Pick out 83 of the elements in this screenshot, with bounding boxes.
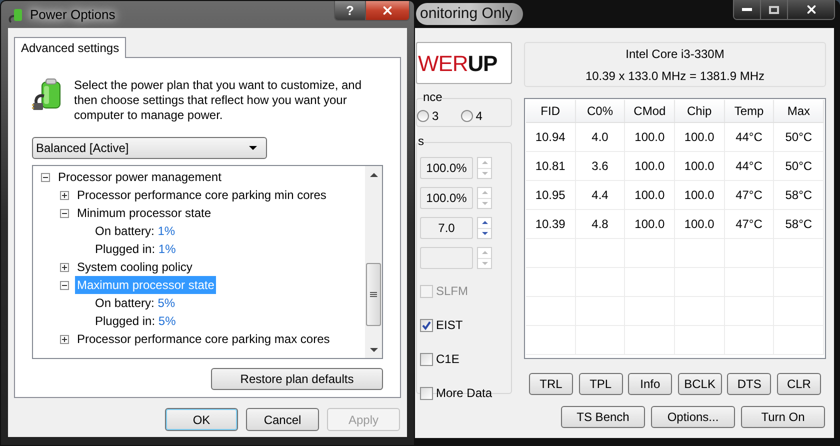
table-cell: 4.8 [576,210,626,238]
action-button[interactable]: TS Bench [561,406,645,428]
intro-text: Select the power plan that you want to customize, and then choose settings that reflect how you want your computer to manage power. [74,78,363,123]
table-cell: 58°C [774,210,824,238]
setting-row[interactable]: Plugged in: 1% [93,240,178,258]
table-cell: 100.0 [625,210,675,238]
setting-row[interactable]: On battery: 5% [93,294,178,312]
action-button[interactable]: Options... [651,406,735,428]
column-header[interactable]: CMod [625,100,675,122]
table-cell: 10.81 [526,152,576,180]
table-cell: 4.4 [576,181,626,209]
table-cell: 50°C [774,123,824,151]
setting-row[interactable]: Plugged in: 5% [93,312,178,330]
collapse-toggle[interactable] [60,208,69,218]
dialog-button[interactable]: OK [165,408,238,431]
table-cell: 100.0 [675,181,725,209]
tool-button[interactable]: BCLK [678,373,722,395]
number-field[interactable] [420,247,473,269]
table-cell: 100.0 [625,181,675,209]
close-button[interactable] [788,0,834,19]
tool-button[interactable]: Info [628,373,672,395]
column-header[interactable]: FID [526,100,576,122]
tool-button[interactable]: TPL [578,373,623,395]
tree-item[interactable]: Minimum processor state [75,204,214,222]
tree-item[interactable]: Processor power management [56,168,224,186]
cpu-speed: 10.39 x 133.0 MHz = 1381.9 MHz [585,68,765,84]
table-cell: 10.94 [526,123,576,151]
table-cell: 100.0 [675,210,725,238]
table-cell: 10.39 [526,210,576,238]
table-cell: 3.6 [576,152,626,180]
check-icon [422,320,431,330]
column-header[interactable]: Temp [724,100,774,122]
tree-item[interactable]: Processor performance core parking max cores [75,330,332,348]
table-cell: 4.0 [576,123,626,151]
restore-button[interactable]: Restore plan defaults [211,368,383,390]
checkbox[interactable]: C1E [420,350,511,368]
table-cell: 100.0 [675,152,725,180]
table-cell: 10.95 [526,181,576,209]
help-button[interactable]: ? [335,1,366,20]
tree-item[interactable]: System cooling policy [75,258,194,276]
table-cell: 47°C [724,181,774,209]
dropdown-caret-icon [249,146,257,150]
expand-toggle[interactable] [60,334,69,344]
close-button[interactable] [366,1,409,20]
expand-toggle[interactable] [60,190,69,200]
table-cell: 100.0 [625,123,675,151]
table-cell: 44°C [724,123,774,151]
expand-toggle[interactable] [60,262,69,272]
collapse-toggle[interactable] [41,172,50,182]
checkbox[interactable]: EIST [420,316,511,334]
table-cell: 58°C [774,181,824,209]
cpu-name: Intel Core i3-330M [626,46,724,62]
action-button[interactable]: Turn On [741,406,825,428]
column-header[interactable]: Max [774,100,824,122]
tool-button[interactable]: CLR [776,373,821,395]
tool-button[interactable]: DTS [727,373,772,395]
column-header[interactable]: C0% [576,100,626,122]
table-cell: 47°C [724,210,774,238]
number-field[interactable]: 7.0 [420,217,473,239]
collapse-toggle[interactable] [60,280,69,290]
scrollbar-drawing[interactable] [365,166,382,358]
maximize-button[interactable] [761,0,788,19]
tab[interactable]: Advanced settings [14,37,126,58]
table-cell: 100.0 [675,123,725,151]
window-title: Power Options [30,6,116,24]
window-title: onitoring Only [416,2,523,26]
tree-item[interactable]: Processor performance core parking min cores [75,186,328,204]
checkbox[interactable]: More Data [420,384,511,402]
column-header[interactable]: Chip [675,100,725,122]
table-cell: 50°C [774,152,824,180]
close-icon [804,3,818,16]
close-icon [381,4,394,17]
radio-option[interactable]: 4 [460,107,482,125]
spin-arrows[interactable] [477,217,492,239]
dialog-button[interactable]: Cancel [246,408,319,431]
table-cell: 100.0 [625,152,675,180]
logo-text: WERUP [418,50,498,78]
radio-option[interactable]: 3 [417,107,439,125]
setting-row[interactable]: On battery: 1% [93,222,178,240]
tool-button[interactable]: TRL [529,373,573,395]
minimize-button[interactable] [734,0,761,19]
plan-dropdown[interactable]: Balanced [Active] [32,137,267,159]
table-cell: 44°C [724,152,774,180]
